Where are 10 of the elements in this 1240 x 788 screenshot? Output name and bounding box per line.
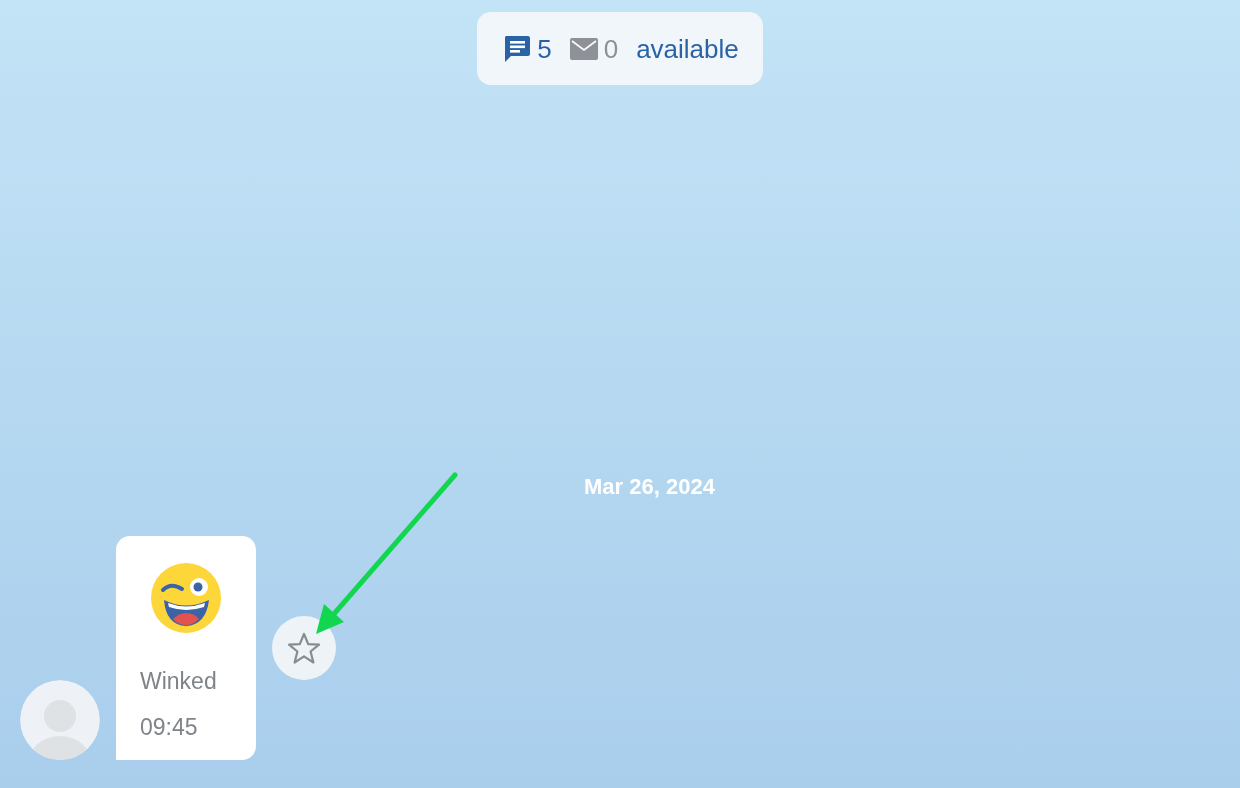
message-time: 09:45 [140, 713, 199, 742]
chat-icon [503, 34, 532, 63]
avatar-icon [20, 680, 100, 760]
email-count: 0 [603, 33, 619, 64]
date-separator: Mar 26, 2024 [584, 474, 715, 500]
winking-face-icon [151, 563, 221, 633]
message-count: 5 [537, 33, 552, 64]
mail-icon [569, 37, 598, 60]
status-text: available [636, 33, 739, 64]
reaction-text: Winked [140, 667, 218, 696]
